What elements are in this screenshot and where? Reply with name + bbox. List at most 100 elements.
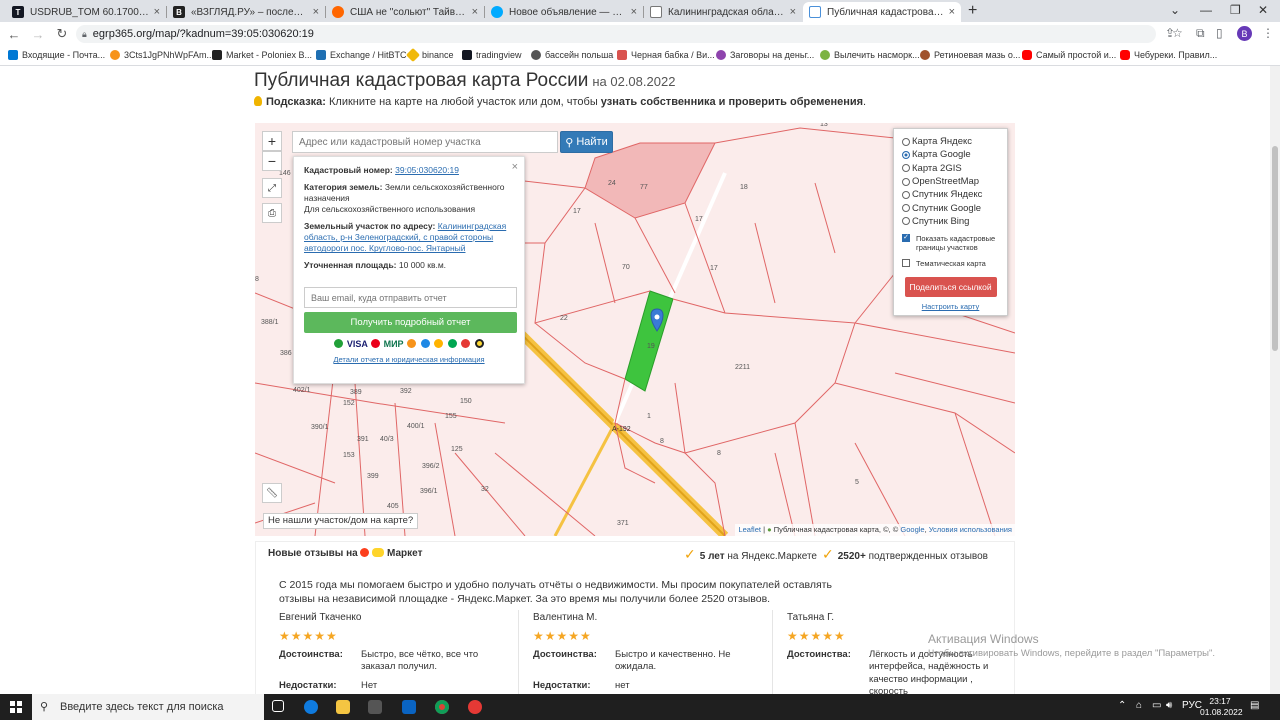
scrollbar-thumb[interactable]: [1272, 146, 1278, 351]
radio[interactable]: [902, 177, 910, 186]
bookmark-spells[interactable]: Заговоры на деньг...: [716, 50, 814, 60]
layer-google-map[interactable]: Карта Google: [902, 148, 999, 161]
close-icon[interactable]: ×: [631, 6, 637, 18]
zoom-in-button[interactable]: +: [262, 131, 282, 151]
bookmark-ointment[interactable]: Ретиноевая мазь о...: [920, 50, 1020, 60]
radio-selected[interactable]: [902, 150, 910, 159]
highlighted-parcel-24-77: [584, 142, 716, 219]
leaf-icon: [820, 50, 830, 60]
reload-icon[interactable]: ↻: [52, 26, 72, 42]
close-icon[interactable]: ×: [154, 6, 160, 18]
tab-search-icon[interactable]: ⌄: [1170, 3, 1180, 17]
mail-icon[interactable]: [402, 700, 416, 714]
svg-text:405: 405: [387, 503, 399, 510]
fullscreen-icon[interactable]: ⤢: [262, 178, 282, 198]
email-input[interactable]: [304, 287, 517, 309]
layer-osm[interactable]: OpenStreetMap: [902, 175, 999, 188]
layer-bing-satellite[interactable]: Спутник Bing: [902, 215, 999, 228]
radio[interactable]: [902, 190, 910, 199]
store-icon[interactable]: [368, 700, 382, 714]
battery-icon[interactable]: ▭: [1152, 700, 1161, 711]
windows-start-icon[interactable]: [10, 701, 22, 713]
sberbank-icon: [334, 339, 344, 349]
checkbox-checked[interactable]: ✓: [902, 234, 910, 243]
svg-text:396/2: 396/2: [422, 463, 440, 470]
tray-chevron-icon[interactable]: ⌃: [1118, 700, 1126, 711]
configure-map-link[interactable]: Настроить карту: [902, 302, 999, 311]
share-link-button[interactable]: Поделиться ссылкой: [904, 277, 997, 298]
not-found-link[interactable]: Не нашли участок/дом на карте?: [263, 513, 419, 529]
restore-icon[interactable]: ❐: [1230, 3, 1241, 17]
back-icon[interactable]: ←: [4, 27, 24, 42]
zoom-out-button[interactable]: −: [262, 151, 282, 171]
close-icon[interactable]: ×: [949, 6, 955, 18]
bookmark-star-icon[interactable]: ☆: [1172, 26, 1183, 40]
address-search-input[interactable]: [292, 131, 558, 153]
checkbox[interactable]: [902, 258, 910, 267]
bookmark-youtube-2[interactable]: Чебуреки. Правил...: [1120, 50, 1217, 60]
menu-icon[interactable]: ⋮: [1262, 26, 1274, 40]
network-icon[interactable]: ⌂: [1136, 700, 1142, 711]
thematic-map-toggle[interactable]: Тематическая карта: [902, 258, 999, 268]
file-explorer-icon[interactable]: [336, 700, 350, 714]
radio[interactable]: [902, 164, 910, 173]
edge-icon[interactable]: [304, 700, 318, 714]
taskbar-clock[interactable]: 23:17 01.08.2022: [1200, 696, 1243, 717]
tab-label: Новое объявление — Объявле: [509, 6, 627, 18]
close-icon[interactable]: ×: [790, 6, 796, 18]
task-view-icon[interactable]: [272, 700, 284, 712]
layer-google-satellite[interactable]: Спутник Google: [902, 201, 999, 214]
bookmark-runny-nose[interactable]: Вылечить насморк...: [820, 50, 920, 60]
page-scrollbar[interactable]: [1270, 66, 1280, 694]
svg-text:24: 24: [608, 180, 616, 187]
bookmark-grandma[interactable]: Черная бабка / Ви...: [617, 50, 715, 60]
taskbar-search[interactable]: ⚲ Введите здесь текст для поиска: [32, 694, 264, 720]
lock-icon[interactable]: 🔒︎: [82, 29, 87, 40]
layer-2gis[interactable]: Карта 2GIS: [902, 162, 999, 175]
tab-cadastral-map[interactable]: Публичная кадастровая карта ×: [803, 2, 961, 22]
close-icon[interactable]: ×: [472, 6, 478, 18]
minimize-icon[interactable]: —: [1200, 3, 1212, 17]
bookmark-youtube-1[interactable]: Самый простой и...: [1022, 50, 1116, 60]
search-button[interactable]: ⚲ Найти: [560, 131, 613, 153]
search-icon: ⚲: [565, 136, 574, 149]
notifications-icon[interactable]: ▤: [1250, 700, 1259, 711]
bookmark-mail[interactable]: Входящие - Почта...: [8, 50, 105, 60]
tab-usdrub[interactable]: T USDRUB_TOM 60.1700 ▼ −2.35% ×: [6, 2, 166, 22]
chrome-icon[interactable]: [435, 700, 449, 714]
new-tab-button[interactable]: +: [968, 2, 977, 20]
extensions-icon[interactable]: ⧉: [1196, 26, 1205, 41]
layer-yandex-map[interactable]: Карта Яндекс: [902, 135, 999, 148]
tab-vzglyad[interactable]: B «ВЗГЛЯД.РУ» – последние ново ×: [167, 2, 325, 22]
close-icon[interactable]: ×: [313, 6, 319, 18]
tab-kaliningrad[interactable]: Калининградская область, р-н ×: [644, 2, 802, 22]
profile-avatar[interactable]: B: [1237, 26, 1252, 41]
sidebar-icon[interactable]: ▯: [1216, 26, 1223, 40]
tab-avito[interactable]: Новое объявление — Объявле ×: [485, 2, 643, 22]
get-report-button[interactable]: Получить подробный отчет: [304, 312, 517, 334]
svg-text:70: 70: [622, 264, 630, 271]
bookmark-bitcoin[interactable]: 3Cts1JgPNhWpFAm...: [110, 50, 214, 60]
report-details-link[interactable]: Детали отчета и юридическая информация: [304, 355, 514, 364]
radio[interactable]: [902, 137, 910, 146]
radio[interactable]: [902, 204, 910, 213]
bookmark-poloniex[interactable]: Market - Poloniex B...: [212, 50, 312, 60]
radio[interactable]: [902, 217, 910, 226]
print-icon[interactable]: ⎙: [262, 203, 282, 223]
url-bar[interactable]: 🔒︎ egrp365.org/map/?kadnum=39:05:030620:…: [76, 25, 1156, 43]
yandex-browser-icon[interactable]: [468, 700, 482, 714]
cadastral-number-link[interactable]: 39:05:030620:19: [395, 165, 459, 175]
tab-taiwan-news[interactable]: США не "сольют" Тайвань. Это ×: [326, 2, 484, 22]
close-icon[interactable]: ×: [512, 161, 518, 173]
close-window-icon[interactable]: ✕: [1258, 3, 1268, 17]
bookmark-binance[interactable]: binance: [405, 47, 454, 63]
forward-icon[interactable]: →: [28, 27, 48, 42]
layer-yandex-satellite[interactable]: Спутник Яндекс: [902, 188, 999, 201]
bookmark-tradingview[interactable]: tradingview: [462, 50, 522, 60]
ruler-icon[interactable]: 📏︎: [262, 483, 282, 503]
bookmark-pool[interactable]: бассейн польша: [531, 50, 613, 60]
cadastral-bounds-toggle[interactable]: ✓ Показать кадастровые границы участков: [902, 234, 999, 253]
bookmark-hitbtc[interactable]: Exchange / HitBTC: [316, 50, 407, 60]
volume-icon[interactable]: 🔊︎: [1166, 700, 1172, 711]
avatar-icon: [920, 50, 930, 60]
